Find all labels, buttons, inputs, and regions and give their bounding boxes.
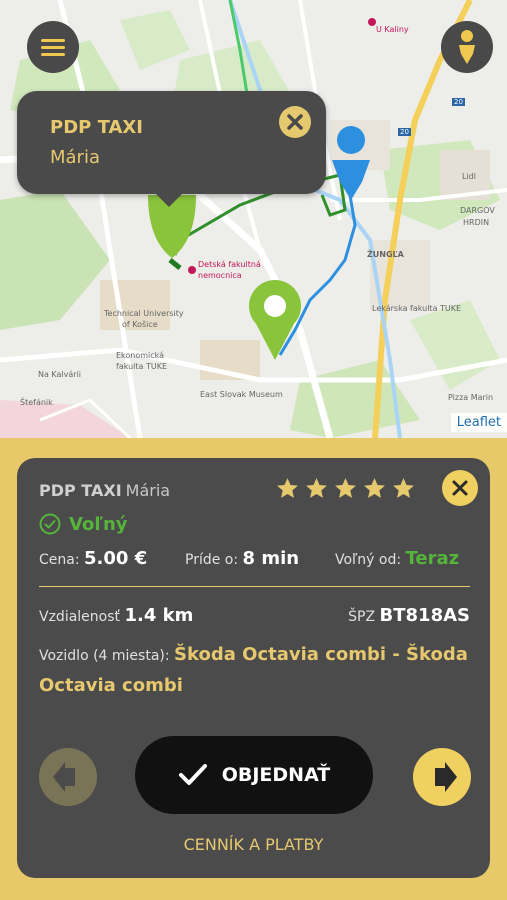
map-label: East Slovak Museum xyxy=(200,390,283,399)
taxi-popup: PDP TAXI Mária xyxy=(17,91,326,194)
rating-stars xyxy=(275,476,416,501)
pricing-link[interactable]: CENNÍK A PLATBY xyxy=(17,835,490,854)
hamburger-icon-line xyxy=(41,46,65,49)
close-icon xyxy=(452,480,468,496)
card-divider xyxy=(39,586,470,587)
popup-close-button[interactable] xyxy=(279,106,311,138)
plate-value: BT818AS xyxy=(379,605,470,626)
map-label: Ekonomická xyxy=(116,351,165,360)
map-label: fakulta TUKE xyxy=(116,362,168,371)
map-attribution[interactable]: Leaflet xyxy=(450,413,507,432)
price-label: Cena: xyxy=(39,552,80,568)
vehicle-label: Vozidlo (4 miesta): xyxy=(39,648,170,664)
road-shield: 20 xyxy=(398,128,411,136)
hamburger-icon-line xyxy=(41,53,65,56)
map-label: DARGOV xyxy=(460,206,495,215)
card-title: PDP TAXI Mária xyxy=(39,481,170,500)
map-label: U Kaliny xyxy=(376,25,409,34)
map-label: Lekárska fakulta TUKE xyxy=(372,304,462,313)
map-label: Detská fakultná xyxy=(198,260,261,269)
arrow-left-icon xyxy=(53,762,75,792)
close-icon xyxy=(287,114,303,130)
popup-driver: Mária xyxy=(50,147,100,168)
free-from-label: Voľný od: xyxy=(335,552,402,568)
arrival-value: 8 min xyxy=(242,548,300,569)
star-icon xyxy=(364,478,385,498)
check-circle-icon xyxy=(39,513,61,535)
menu-button[interactable] xyxy=(27,21,79,73)
popup-tail xyxy=(155,193,183,207)
price-row: Cena: 5.00 € xyxy=(39,548,147,569)
distance-value: 1.4 km xyxy=(124,605,194,626)
order-button[interactable]: OBJEDNAŤ xyxy=(135,736,373,814)
map-label: Technical University xyxy=(104,309,184,318)
availability-status: Voľný xyxy=(39,513,128,535)
order-button-label: OBJEDNAŤ xyxy=(221,764,331,786)
card-close-button[interactable] xyxy=(442,470,478,506)
status-label: Voľný xyxy=(69,513,128,535)
map-label: of Košice xyxy=(122,320,158,329)
map-label: nemocnica xyxy=(198,271,242,280)
map-label: ŽUNGĽA xyxy=(367,250,404,259)
vehicle-row: Vozidlo (4 miesta): Škoda Octavia combi … xyxy=(39,640,469,702)
driver-name: Mária xyxy=(125,481,171,500)
user-pin-icon xyxy=(459,30,475,64)
arrow-right-icon xyxy=(435,762,457,792)
price-value: 5.00 € xyxy=(84,548,148,569)
hamburger-icon-line xyxy=(41,39,65,42)
taxi-detail-card: PDP TAXI Mária Voľný Cena: 5.00 € Príde o… xyxy=(17,458,490,878)
star-icon xyxy=(335,478,356,498)
map-view[interactable]: U Kaliny Lidl DARGOV HRDIN ŽUNGĽA Lekárs… xyxy=(0,0,507,438)
checkmark-icon xyxy=(178,764,207,785)
distance-label: Vzdialenosť xyxy=(39,609,121,625)
road-shield: 20 xyxy=(452,98,465,106)
star-icon xyxy=(277,478,298,498)
plate-row: ŠPZ BT818AS xyxy=(348,605,470,626)
map-label: Lidl xyxy=(462,172,476,181)
distance-row: Vzdialenosť 1.4 km xyxy=(39,605,193,626)
free-from-row: Voľný od: Teraz xyxy=(335,548,459,569)
user-location-button[interactable] xyxy=(441,21,493,73)
star-icon xyxy=(306,478,327,498)
arrival-label: Príde o: xyxy=(185,552,239,568)
next-taxi-button[interactable] xyxy=(413,748,471,806)
arrival-row: Príde o: 8 min xyxy=(185,548,299,569)
map-label: Štefánik xyxy=(20,398,53,407)
star-icon xyxy=(393,478,414,498)
plate-label: ŠPZ xyxy=(348,609,376,625)
free-from-value: Teraz xyxy=(405,548,460,569)
previous-taxi-button[interactable] xyxy=(39,748,97,806)
map-label: HRDIN xyxy=(463,218,490,227)
company-name: PDP TAXI xyxy=(39,481,122,500)
map-label: Pizza Marin xyxy=(448,393,494,402)
popup-title: PDP TAXI xyxy=(50,117,143,138)
map-label: Na Kalvárii xyxy=(38,370,82,379)
